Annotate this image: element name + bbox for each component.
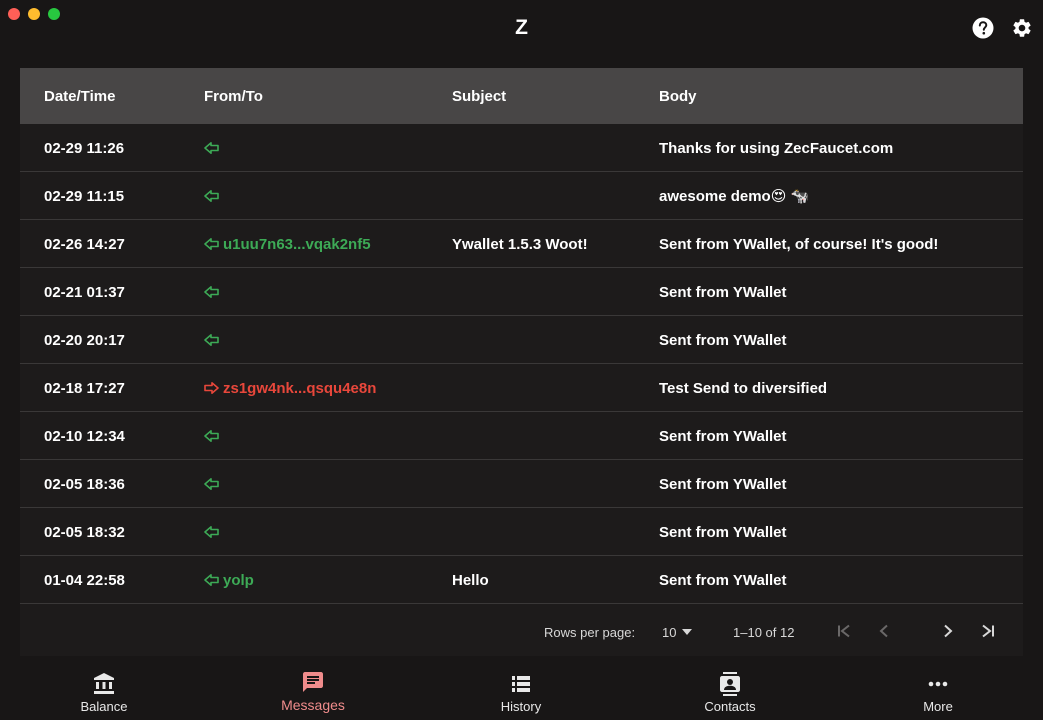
table-row[interactable]: 01-04 22:58 yolp Hello Sent from YWallet bbox=[20, 556, 1023, 604]
contacts-icon bbox=[720, 672, 740, 696]
nav-item-history[interactable]: History bbox=[461, 656, 581, 720]
cell-body: Sent from YWallet, of course! It's good! bbox=[659, 236, 939, 253]
cell-from-to bbox=[204, 172, 223, 220]
more-icon bbox=[928, 681, 948, 687]
pagination-range: 1–10 of 12 bbox=[733, 625, 795, 640]
incoming-arrow-icon bbox=[204, 238, 219, 250]
help-icon[interactable] bbox=[972, 17, 994, 39]
cell-from-to bbox=[204, 508, 223, 556]
cell-date: 02-20 20:17 bbox=[44, 332, 125, 349]
nav-label-contacts: Contacts bbox=[704, 699, 756, 714]
table-row[interactable]: 02-18 17:27 zs1gw4nk...qsqu4e8n Test Send … bbox=[20, 364, 1023, 412]
table-pagination: Rows per page: 10 1–10 of 12 bbox=[20, 604, 1023, 656]
cell-body: Sent from YWallet bbox=[659, 284, 787, 301]
cell-date: 02-29 11:15 bbox=[44, 188, 125, 205]
table-row[interactable]: 02-29 11:26 Thanks for using ZecFaucet.co… bbox=[20, 124, 1023, 172]
cell-date: 02-05 18:32 bbox=[44, 524, 125, 541]
column-header-from-to[interactable]: From/To bbox=[204, 68, 263, 124]
rows-per-page-label: Rows per page: bbox=[544, 625, 636, 640]
message-icon bbox=[303, 672, 323, 692]
cell-from-to bbox=[204, 412, 223, 460]
previous-page-icon[interactable] bbox=[876, 623, 892, 639]
cell-body: Sent from YWallet bbox=[659, 524, 787, 541]
table-row[interactable]: 02-05 18:32 Sent from YWallet bbox=[20, 508, 1023, 556]
table-row[interactable]: 02-29 11:15 awesome demo😍 🐄 bbox=[20, 172, 1023, 220]
cell-from-to: yolp bbox=[204, 556, 254, 604]
app-title: Z bbox=[515, 16, 528, 39]
next-page-icon[interactable] bbox=[940, 623, 956, 639]
cell-body: Sent from YWallet bbox=[659, 476, 787, 493]
table-row[interactable]: 02-21 01:37 Sent from YWallet bbox=[20, 268, 1023, 316]
app-window: Z Date/Time From/To Subject Body 02-29 1… bbox=[0, 0, 1043, 720]
cell-from-to bbox=[204, 460, 223, 508]
cell-date: 02-21 01:37 bbox=[44, 284, 125, 301]
gear-icon[interactable] bbox=[1011, 17, 1033, 39]
bank-icon bbox=[94, 673, 114, 694]
cell-date: 02-26 14:27 bbox=[44, 236, 125, 253]
incoming-arrow-icon bbox=[204, 142, 219, 154]
incoming-arrow-icon bbox=[204, 430, 219, 442]
dropdown-caret-icon[interactable] bbox=[682, 629, 692, 635]
table-row[interactable]: 02-26 14:27 u1uu7n63...vqak2nf5 Ywallet 1.… bbox=[20, 220, 1023, 268]
cell-from-to bbox=[204, 316, 223, 364]
table-row[interactable]: 02-05 18:36 Sent from YWallet bbox=[20, 460, 1023, 508]
nav-item-more[interactable]: More bbox=[878, 656, 998, 720]
incoming-arrow-icon bbox=[204, 526, 219, 538]
cell-from-to bbox=[204, 268, 223, 316]
last-page-icon[interactable] bbox=[980, 623, 996, 639]
cell-date: 02-10 12:34 bbox=[44, 428, 125, 445]
list-icon bbox=[512, 676, 530, 692]
cell-from-to: zs1gw4nk...qsqu4e8n bbox=[204, 364, 376, 412]
incoming-arrow-icon bbox=[204, 190, 219, 202]
cell-body: Sent from YWallet bbox=[659, 428, 787, 445]
cell-body: Test Send to diversified bbox=[659, 380, 828, 397]
nav-item-contacts[interactable]: Contacts bbox=[670, 656, 790, 720]
table-header: Date/Time From/To Subject Body bbox=[20, 68, 1023, 124]
bottom-navigation: Balance Messages History Contacts More bbox=[20, 656, 1023, 720]
incoming-arrow-icon bbox=[204, 574, 219, 586]
nav-label-messages: Messages bbox=[281, 697, 345, 713]
cell-date: 02-29 11:26 bbox=[44, 140, 125, 157]
cell-date: 02-18 17:27 bbox=[44, 380, 125, 397]
cell-from-to bbox=[204, 124, 223, 172]
column-header-subject[interactable]: Subject bbox=[452, 68, 506, 124]
cell-address: u1uu7n63...vqak2nf5 bbox=[223, 235, 371, 253]
incoming-arrow-icon bbox=[204, 286, 219, 298]
outgoing-arrow-icon bbox=[204, 382, 219, 394]
cell-from-to: u1uu7n63...vqak2nf5 bbox=[204, 220, 371, 268]
rows-per-page-select[interactable]: 10 bbox=[662, 625, 676, 640]
incoming-arrow-icon bbox=[204, 478, 219, 490]
cell-date: 01-04 22:58 bbox=[44, 572, 125, 589]
column-header-date[interactable]: Date/Time bbox=[44, 68, 115, 124]
nav-label-history: History bbox=[500, 699, 542, 714]
table-row[interactable]: 02-20 20:17 Sent from YWallet bbox=[20, 316, 1023, 364]
first-page-icon[interactable] bbox=[836, 623, 852, 639]
title-bar: Z bbox=[0, 0, 1043, 56]
cell-body: Thanks for using ZecFaucet.com bbox=[659, 140, 894, 157]
incoming-arrow-icon bbox=[204, 334, 219, 346]
nav-label-balance: Balance bbox=[80, 699, 128, 714]
table-row[interactable]: 02-10 12:34 Sent from YWallet bbox=[20, 412, 1023, 460]
cell-body: Sent from YWallet bbox=[659, 572, 787, 589]
nav-label-more: More bbox=[923, 699, 953, 714]
nav-item-balance[interactable]: Balance bbox=[44, 656, 164, 720]
cell-address: yolp bbox=[223, 571, 254, 589]
messages-table: Date/Time From/To Subject Body 02-29 11:… bbox=[20, 68, 1023, 656]
cell-subject: Hello bbox=[452, 572, 489, 589]
cell-date: 02-05 18:36 bbox=[44, 476, 125, 493]
nav-item-messages[interactable]: Messages bbox=[253, 656, 373, 720]
cell-body: awesome demo😍 🐄 bbox=[659, 188, 810, 205]
cell-body: Sent from YWallet bbox=[659, 332, 787, 349]
cell-address: zs1gw4nk...qsqu4e8n bbox=[223, 379, 377, 397]
cell-subject: Ywallet 1.5.3 Woot! bbox=[452, 236, 588, 253]
column-header-body[interactable]: Body bbox=[659, 68, 697, 124]
